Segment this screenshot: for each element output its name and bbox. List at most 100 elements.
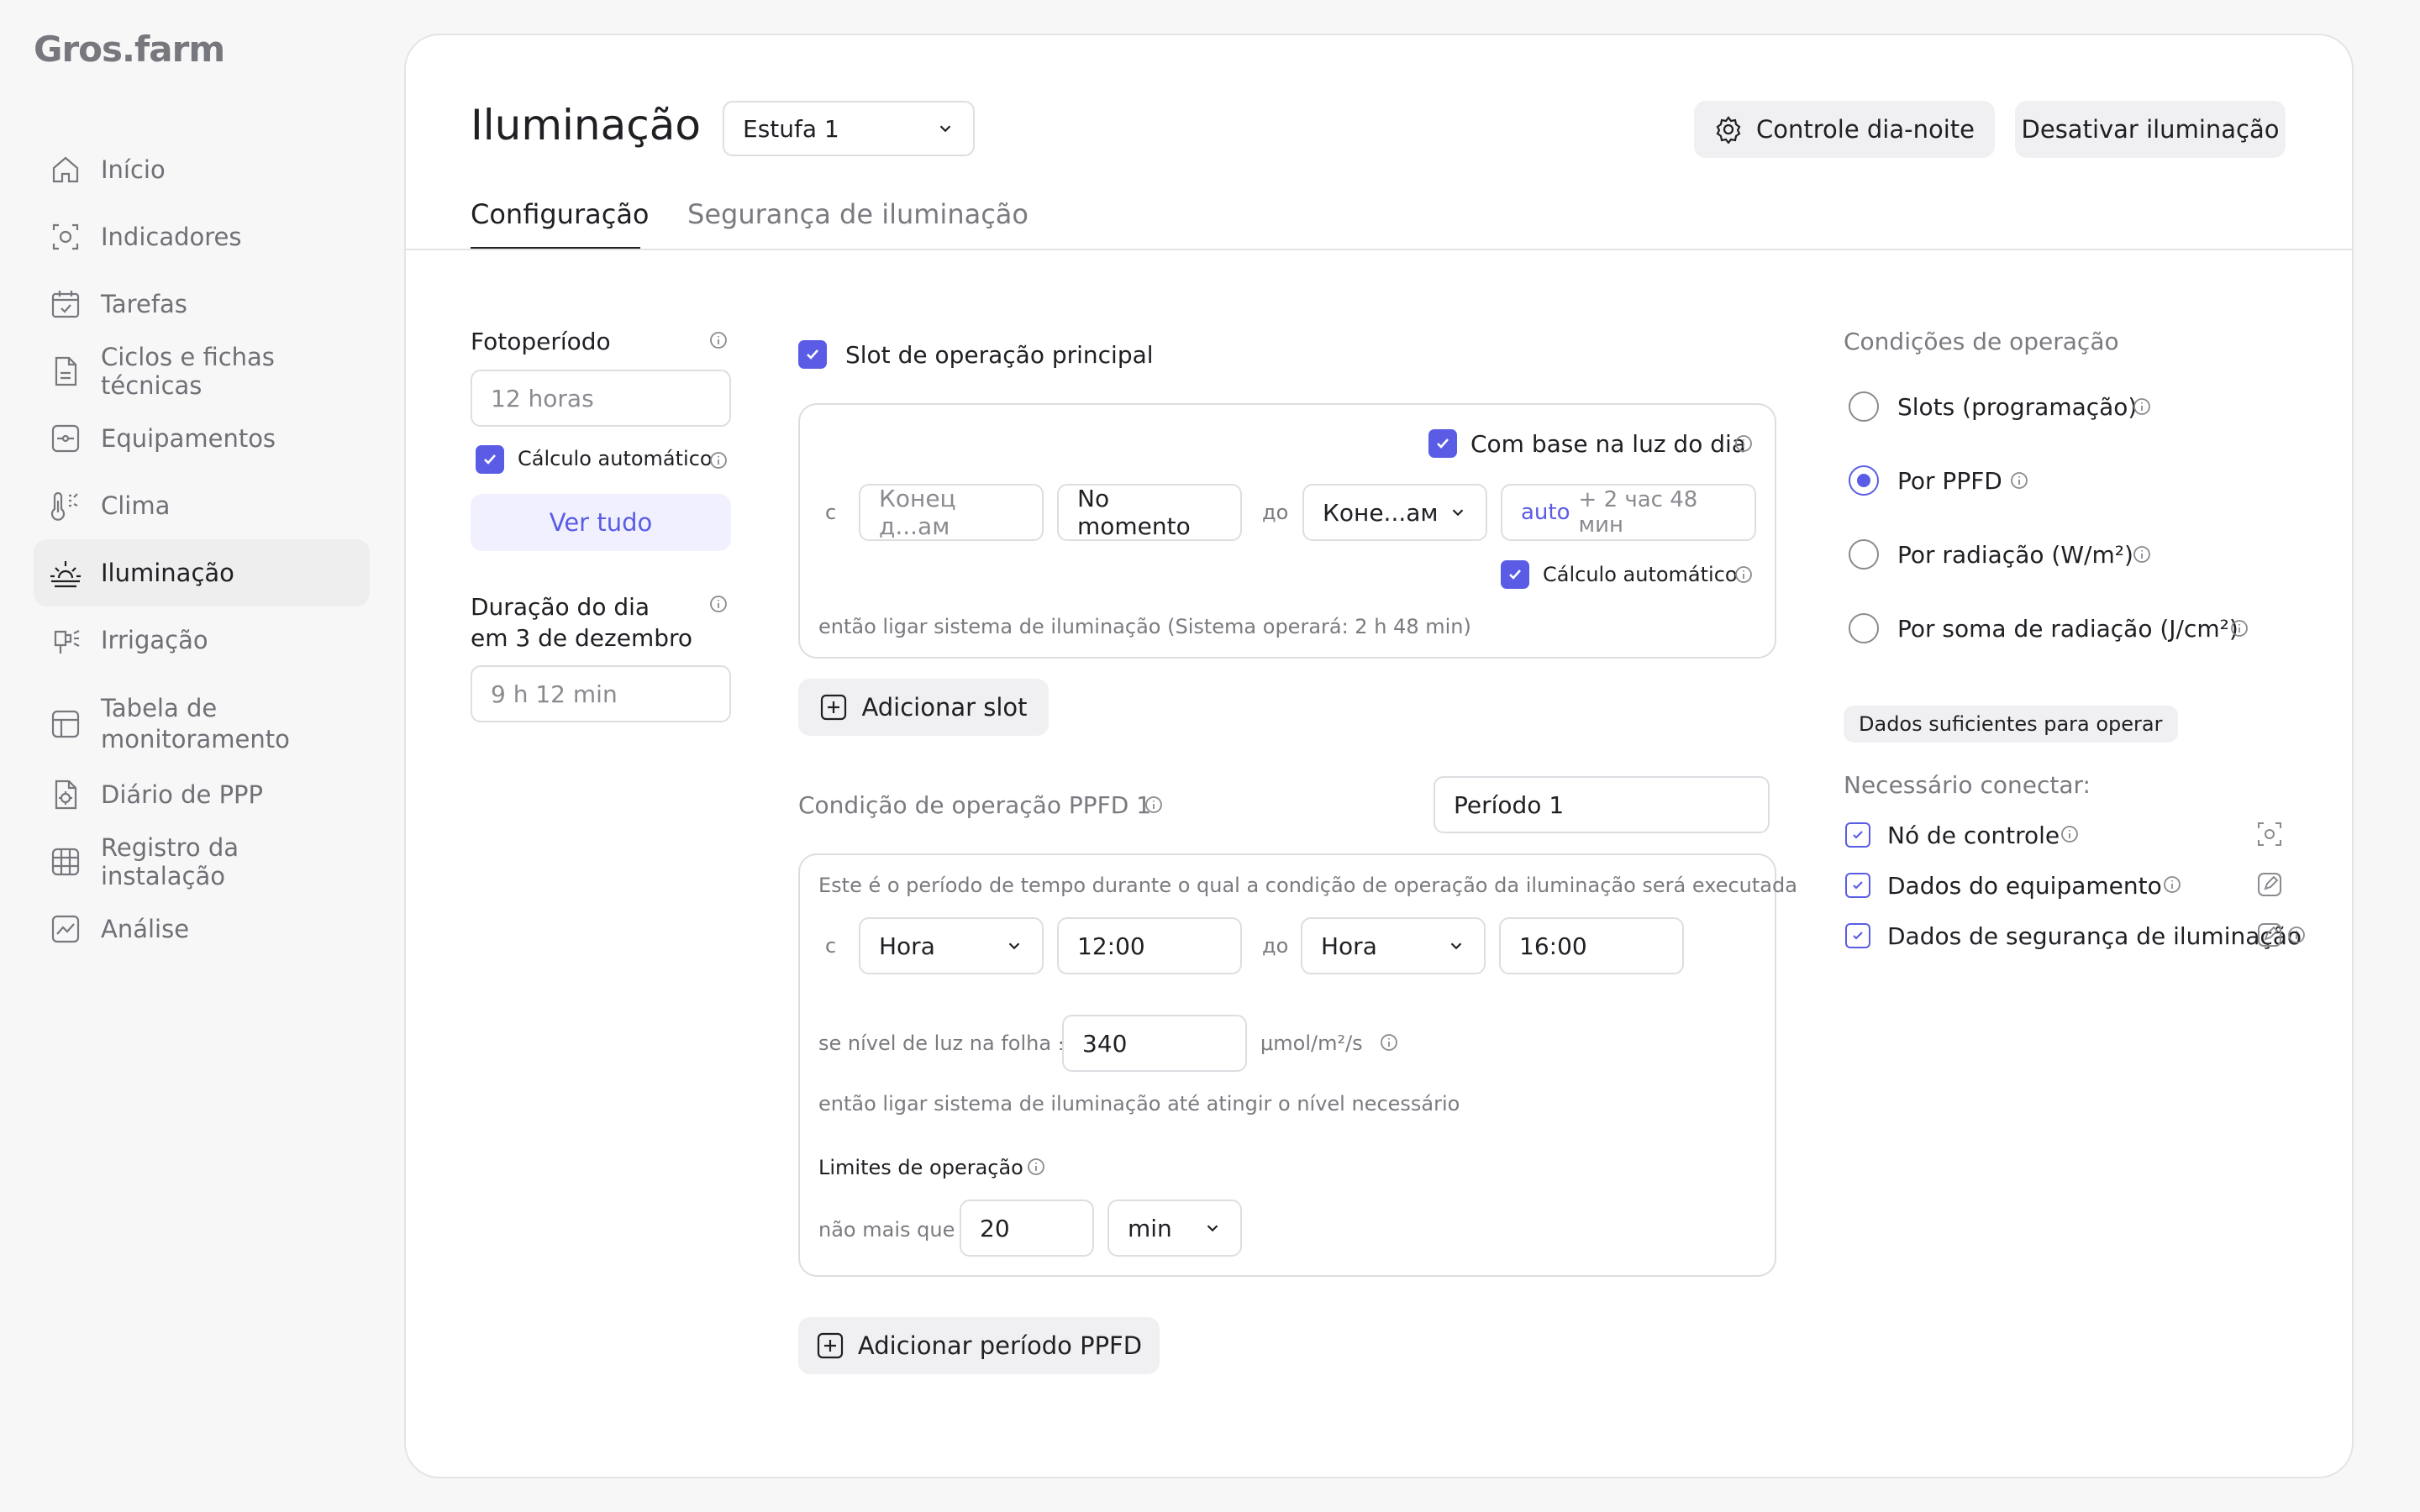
info-icon[interactable] xyxy=(709,331,728,349)
ppfd-to-prefix: до xyxy=(1262,934,1289,958)
see-all-label: Ver tudo xyxy=(549,508,653,537)
data-sufficient-badge: Dados suficientes para operar xyxy=(1844,706,2178,743)
slot-auto-field[interactable]: auto + 2 час 48 мин xyxy=(1501,484,1756,541)
ppfd-to-unit-value: Hora xyxy=(1321,932,1377,960)
slot-from-field[interactable]: Конец д...ам xyxy=(859,484,1044,541)
ppfd-period-field[interactable]: Período 1 xyxy=(1434,776,1770,833)
sidebar-item-label: Equipamentos xyxy=(101,424,276,453)
chevron-down-icon xyxy=(1450,942,1462,950)
light-level-label: se nível de luz na folha ≤ xyxy=(818,1032,1075,1055)
day-length-input[interactable]: 9 h 12 min xyxy=(471,665,731,722)
sidebar-item-label: Início xyxy=(101,155,166,184)
limit-value-input[interactable]: 20 xyxy=(960,1200,1094,1257)
node-icon[interactable] xyxy=(2255,820,2284,848)
slot-auto-calc-checkbox[interactable] xyxy=(1501,560,1529,589)
info-icon[interactable] xyxy=(2010,471,2028,490)
disable-lighting-label: Desativar iluminação xyxy=(2021,115,2280,144)
sidebar-item-label: Diário de PPP xyxy=(101,780,264,809)
option-ppfd-label: Por PPFD xyxy=(1897,467,2002,495)
slot-moment-value: No momento xyxy=(1077,485,1191,540)
sidebar-item-diario[interactable]: Diário de PPP xyxy=(34,761,370,828)
light-level-unit: μmol/m²/s xyxy=(1260,1032,1363,1055)
info-icon[interactable] xyxy=(709,451,728,470)
ppfd-to-time-input[interactable]: 16:00 xyxy=(1499,917,1684,974)
sidebar-item-indicadores[interactable]: Indicadores xyxy=(34,203,370,270)
ppfd-then-note: então ligar sistema de iluminação até at… xyxy=(818,1092,1460,1116)
edit-icon[interactable] xyxy=(2255,921,2284,949)
add-slot-button[interactable]: Adicionar slot xyxy=(798,679,1049,736)
main-slot-checkbox[interactable] xyxy=(798,340,827,369)
radio-radiation-sum[interactable] xyxy=(1849,613,1879,643)
light-level-input[interactable]: 340 xyxy=(1062,1015,1247,1072)
limit-unit-select[interactable]: min xyxy=(1107,1200,1242,1257)
info-icon[interactable] xyxy=(2230,619,2249,638)
tab-seguranca[interactable]: Segurança de iluminação xyxy=(687,198,1028,230)
sidebar-item-equipamentos[interactable]: Equipamentos xyxy=(34,405,370,472)
info-icon[interactable] xyxy=(1027,1158,1045,1176)
ppfd-to-unit-select[interactable]: Hora xyxy=(1301,917,1486,974)
info-icon[interactable] xyxy=(1380,1033,1398,1052)
sidebar-item-label: Registro da instalação xyxy=(101,833,239,890)
day-night-control-button[interactable]: Controle dia-noite xyxy=(1694,101,1995,158)
home-icon xyxy=(52,156,79,183)
info-icon[interactable] xyxy=(1144,795,1163,814)
journal-icon xyxy=(55,780,77,810)
option-slots-label: Slots (programação) xyxy=(1897,393,2138,421)
check-icon xyxy=(1437,438,1449,449)
sidebar-item-analise[interactable]: Análise xyxy=(34,895,370,963)
info-icon[interactable] xyxy=(1734,434,1753,453)
table-icon xyxy=(51,710,80,738)
to-prefix: до xyxy=(1262,501,1289,524)
edit-icon[interactable] xyxy=(2255,870,2284,899)
disable-lighting-button[interactable]: Desativar iluminação xyxy=(2015,101,2286,158)
sidebar-item-irrigacao[interactable]: Irrigação xyxy=(34,606,370,674)
thermometer-icon xyxy=(50,491,78,521)
radio-slots[interactable] xyxy=(1849,391,1879,422)
slot-to-select[interactable]: Коне...ам xyxy=(1302,484,1487,541)
see-all-button[interactable]: Ver tudo xyxy=(471,494,731,551)
info-icon[interactable] xyxy=(2287,926,2306,944)
sidebar-item-clima[interactable]: Clima xyxy=(34,472,370,539)
auto-offset: + 2 час 48 мин xyxy=(1578,487,1698,538)
ppfd-from-prefix: с xyxy=(825,934,837,958)
add-slot-label: Adicionar slot xyxy=(861,693,1028,722)
sidebar-item-iluminacao[interactable]: Iluminação xyxy=(34,539,370,606)
option-radiation-sum-label: Por soma de radiação (J/cm²) xyxy=(1897,615,2238,643)
grid-icon xyxy=(51,848,80,876)
photoperiod-input[interactable]: 12 horas xyxy=(471,370,731,427)
ppfd-from-unit-select[interactable]: Hora xyxy=(859,917,1044,974)
tab-configuracao[interactable]: Configuração xyxy=(471,198,650,230)
add-ppfd-period-button[interactable]: Adicionar período PPFD xyxy=(798,1317,1160,1374)
logo[interactable]: Gros.farm xyxy=(34,29,225,70)
radio-ppfd[interactable] xyxy=(1849,465,1879,496)
info-icon[interactable] xyxy=(1734,565,1753,584)
sidebar-item-ciclos[interactable]: Ciclos e fichas técnicas xyxy=(34,338,370,405)
greenhouse-select[interactable]: Estufa 1 xyxy=(723,101,975,156)
req-control-node-label: Nó de controle xyxy=(1887,822,2060,849)
slot-moment-field[interactable]: No momento xyxy=(1057,484,1242,541)
sidebar-item-tabela[interactable]: Tabela de monitoramento xyxy=(34,682,370,766)
sidebar-item-inicio[interactable]: Início xyxy=(34,136,370,203)
req-control-node-checkbox[interactable] xyxy=(1845,822,1870,848)
sidebar-item-label: Análise xyxy=(101,915,190,943)
limit-value: 20 xyxy=(980,1214,1010,1242)
day-night-control-label: Controle dia-noite xyxy=(1756,115,1975,144)
photoperiod-placeholder: 12 horas xyxy=(491,384,594,412)
sidebar-item-tarefas[interactable]: Tarefas xyxy=(34,270,370,338)
req-lighting-safety-label: Dados de segurança de iluminação xyxy=(1887,922,2302,950)
req-equipment-data-checkbox[interactable] xyxy=(1845,873,1870,898)
radio-radiation[interactable] xyxy=(1849,539,1879,570)
ppfd-from-time-input[interactable]: 12:00 xyxy=(1057,917,1242,974)
info-icon[interactable] xyxy=(2133,397,2151,416)
info-icon[interactable] xyxy=(2163,875,2181,894)
daylight-checkbox[interactable] xyxy=(1428,429,1457,458)
sidebar-item-registro[interactable]: Registro da instalação xyxy=(34,828,370,895)
daylight-label: Com base na luz do dia xyxy=(1470,430,1746,458)
auto-calc-checkbox[interactable] xyxy=(476,445,504,474)
info-icon[interactable] xyxy=(709,595,728,613)
info-icon[interactable] xyxy=(2133,545,2151,564)
info-icon[interactable] xyxy=(2060,825,2079,843)
req-lighting-safety-checkbox[interactable] xyxy=(1845,923,1870,948)
ppfd-from-time-value: 12:00 xyxy=(1077,932,1145,960)
slot-to-value: Коне...ам xyxy=(1323,498,1439,527)
